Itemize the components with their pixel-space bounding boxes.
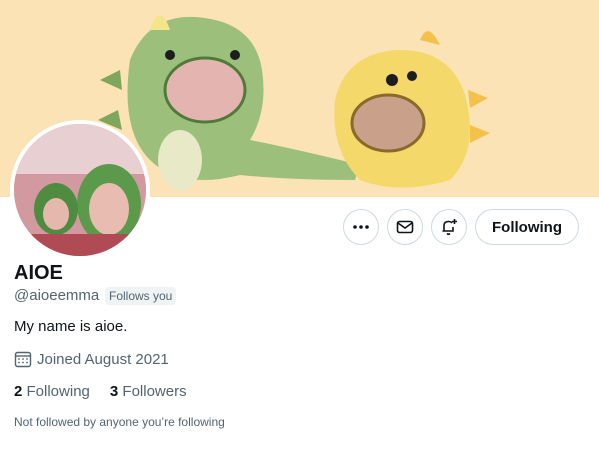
follow-stats: 2 Following 3 Followers bbox=[14, 383, 187, 400]
joined-date: Joined August 2021 bbox=[14, 350, 169, 368]
mutual-followers-note: Not followed by anyone you’re following bbox=[14, 415, 225, 429]
profile-bio: My name is aioe. bbox=[14, 318, 128, 335]
notifications-button[interactable] bbox=[431, 209, 467, 245]
following-count: 2 bbox=[14, 383, 23, 400]
envelope-icon bbox=[396, 220, 414, 234]
following-label: Following bbox=[26, 383, 90, 400]
profile-name: AIOE bbox=[14, 262, 63, 284]
profile-avatar[interactable] bbox=[10, 120, 150, 260]
following-link[interactable]: 2 Following bbox=[14, 383, 90, 400]
bell-plus-icon bbox=[442, 219, 457, 236]
ellipsis-icon bbox=[353, 225, 369, 229]
profile-handle: @aioeemma bbox=[14, 287, 100, 304]
avatar-image bbox=[14, 124, 146, 256]
follows-you-badge: Follows you bbox=[105, 287, 177, 305]
calendar-icon bbox=[14, 351, 32, 368]
followers-link[interactable]: 3 Followers bbox=[110, 383, 187, 400]
followers-count: 3 bbox=[109, 383, 119, 400]
followers-label: Followers bbox=[122, 383, 187, 400]
more-options-button[interactable] bbox=[343, 209, 379, 245]
following-button[interactable]: Following bbox=[475, 209, 579, 245]
joined-text: Joined August 2021 bbox=[37, 350, 169, 368]
message-button[interactable] bbox=[387, 209, 423, 245]
